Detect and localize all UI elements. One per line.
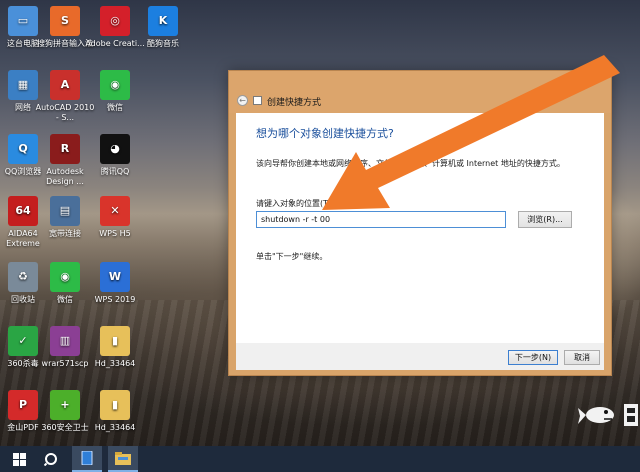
desktop-icon[interactable]: K 酷狗音乐 (132, 6, 194, 49)
location-label: 请键入对象的位置(T): (256, 199, 334, 208)
wechat-icon: ◉ (100, 70, 130, 100)
dialog-footer: 下一步(N) 取消 (236, 343, 604, 370)
browse-button[interactable]: 浏览(R)... (518, 211, 572, 228)
search-icon (44, 453, 57, 466)
wps-2019-icon: W (100, 262, 130, 292)
taskbar (0, 446, 640, 472)
continue-hint: 单击"下一步"继续。 (256, 252, 328, 261)
desktop-icon-label: 腾讯QQ (100, 167, 130, 176)
kugou-music-icon: K (148, 6, 178, 36)
dialog-heading: 想为哪个对象创建快捷方式? (256, 127, 394, 140)
folder-icon: ▮ (100, 390, 130, 420)
start-icon (12, 452, 26, 466)
autocad-icon: A (50, 70, 80, 100)
arrow-left-icon: ← (239, 96, 246, 105)
folder-icon: ▮ (100, 326, 130, 356)
file-explorer-button[interactable] (108, 446, 138, 472)
wps-h5-icon: ✕ (100, 196, 130, 226)
dialog-content: 想为哪个对象创建快捷方式? 该向导帮你创建本地或网络程序、文件、文件夹、计算机或… (236, 113, 604, 343)
create-shortcut-dialog: ← 创建快捷方式 想为哪个对象创建快捷方式? 该向导帮你创建本地或网络程序、文件… (228, 70, 612, 376)
dialog-title-bar: ← 创建快捷方式 (229, 71, 611, 113)
dialog-description: 该向导帮你创建本地或网络程序、文件、文件夹、计算机或 Internet 地址的快… (256, 159, 565, 168)
desktop-icon[interactable]: ◕ 腾讯QQ (84, 134, 146, 177)
desktop-icon[interactable]: ✕ WPS H5 (84, 196, 146, 239)
desktop-icon-label: 微信 (107, 103, 123, 112)
winrar-icon: ▥ (50, 326, 80, 356)
task-view-icon (81, 451, 93, 465)
back-button[interactable]: ← (237, 95, 248, 106)
file-explorer-icon (115, 451, 131, 465)
desktop-icon[interactable]: ▮ Hd_33464 (84, 326, 146, 369)
desktop-icon-label: WPS H5 (99, 229, 131, 238)
desktop-icon-label: Hd_33464 (94, 423, 136, 432)
search-button[interactable] (36, 446, 66, 472)
360-security-icon: + (50, 390, 80, 420)
location-input[interactable] (256, 211, 506, 228)
shortcut-icon (253, 96, 262, 105)
desktop-icon-label: 酷狗音乐 (147, 39, 179, 48)
desktop-icon[interactable]: ▮ Hd_33464 (84, 390, 146, 433)
desktop-icon[interactable]: ◉ 微信 (84, 70, 146, 113)
desktop-icon-label: WPS 2019 (94, 295, 136, 304)
sogou-input-icon: S (50, 6, 80, 36)
broadband-icon: ▤ (50, 196, 80, 226)
task-view-button[interactable] (72, 446, 102, 472)
watermark-logo (578, 404, 638, 426)
desktop-icon[interactable]: W WPS 2019 (84, 262, 146, 305)
next-button[interactable]: 下一步(N) (508, 350, 558, 365)
start-button[interactable] (4, 446, 34, 472)
adobe-creative-cloud-icon: ◎ (100, 6, 130, 36)
dialog-title: 创建快捷方式 (267, 98, 322, 108)
autodesk-design-review-icon: R (50, 134, 80, 164)
cancel-button[interactable]: 取消 (564, 350, 600, 365)
tencent-qq-icon: ◕ (100, 134, 130, 164)
desktop-icon-label: Hd_33464 (94, 359, 136, 368)
wechat-icon: ◉ (50, 262, 80, 292)
